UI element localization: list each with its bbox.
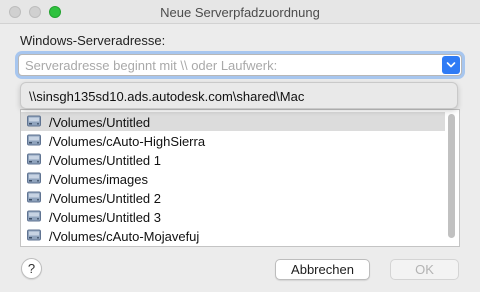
server-address-combobox[interactable]	[18, 54, 462, 76]
list-item-label: /Volumes/Untitled	[49, 115, 151, 130]
list-item-label: /Volumes/cAuto-Mojavefuj	[49, 229, 200, 244]
volume-list[interactable]: /Volumes/Untitled/Volumes/cAuto-HighSier…	[20, 109, 460, 247]
hard-drive-icon	[27, 229, 41, 241]
hard-drive-icon	[27, 115, 41, 127]
chevron-down-icon	[446, 62, 456, 68]
hard-drive-icon	[27, 191, 41, 203]
scrollbar-thumb[interactable]	[448, 114, 455, 238]
list-item[interactable]: /Volumes/cAuto-HighSierra	[21, 131, 445, 150]
server-suggestion-dropdown: \\sinsgh135sd10.ads.autodesk.com\shared\…	[20, 82, 458, 109]
server-address-label: Windows-Serveradresse:	[20, 33, 166, 48]
ok-button[interactable]: OK	[390, 259, 459, 280]
dropdown-item-server-path[interactable]: \\sinsgh135sd10.ads.autodesk.com\shared\…	[29, 89, 304, 104]
list-item[interactable]: /Volumes/Untitled 1	[21, 150, 445, 169]
help-button[interactable]: ?	[21, 258, 42, 279]
list-item-label: /Volumes/images	[49, 172, 148, 187]
list-item[interactable]: /Volumes/cAuto-Mojavefuj	[21, 226, 445, 245]
list-item-label: /Volumes/Untitled 3	[49, 210, 162, 225]
list-item[interactable]: /Volumes/images	[21, 169, 445, 188]
server-address-input[interactable]	[25, 58, 435, 73]
scrollbar-track[interactable]	[447, 111, 458, 245]
title-bar: Neue Serverpfadzuordnung	[0, 0, 480, 24]
list-item[interactable]: /Volumes/Untitled 3	[21, 207, 445, 226]
list-item-label: /Volumes/Untitled 2	[49, 191, 162, 206]
list-item[interactable]: /Volumes/Untitled 2	[21, 188, 445, 207]
list-item-label: /Volumes/cAuto-HighSierra	[49, 134, 206, 149]
list-item[interactable]: /Volumes/Untitled	[21, 112, 445, 131]
hard-drive-icon	[27, 210, 41, 222]
hard-drive-icon	[27, 134, 41, 146]
list-item-label: /Volumes/Untitled 1	[49, 153, 162, 168]
hard-drive-icon	[27, 172, 41, 184]
hard-drive-icon	[27, 153, 41, 165]
dropdown-toggle-button[interactable]	[442, 56, 460, 74]
window-title: Neue Serverpfadzuordnung	[160, 5, 320, 20]
cancel-button[interactable]: Abbrechen	[275, 259, 370, 280]
